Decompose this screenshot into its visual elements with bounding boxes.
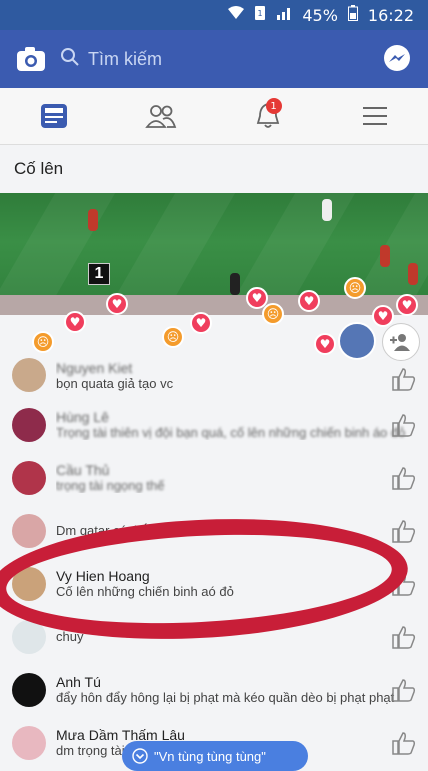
comment-author: Cầu Thủ xyxy=(56,462,110,478)
live-video-player[interactable]: 1 xyxy=(0,193,428,315)
avatar xyxy=(12,566,46,601)
battery-level: 45% xyxy=(302,5,338,25)
signal-icon xyxy=(276,6,292,24)
comment-text: Dm qatar có thắng... xyxy=(56,523,174,538)
messenger-icon[interactable] xyxy=(380,42,414,76)
avatar xyxy=(12,672,46,707)
search-input[interactable]: Tìm kiếm xyxy=(60,42,368,76)
tab-news-feed[interactable] xyxy=(30,96,78,136)
wifi-icon xyxy=(228,6,245,24)
score-overlay: 1 xyxy=(88,263,110,285)
comment-item: Anh Tú đẩy hôn đẩy hông lại bị phạt mà k… xyxy=(0,663,428,716)
svg-text:1: 1 xyxy=(258,9,263,18)
like-icon[interactable] xyxy=(390,412,416,438)
avatar xyxy=(12,513,46,548)
comment-item: Cầu Thủ trọng tài ngọng thế xyxy=(0,451,428,504)
live-comments-list: Nguyen Kiet bọn quata giả tạo vc Hùng Lê… xyxy=(0,352,428,769)
comment-text: trọng tài ngọng thế xyxy=(56,478,165,493)
new-comment-text: "Vn tùng tùng tùng" xyxy=(154,748,266,764)
hamburger-menu-icon xyxy=(362,107,387,125)
like-icon[interactable] xyxy=(390,571,416,597)
player-figure xyxy=(408,263,418,285)
search-icon xyxy=(60,47,80,72)
sim-icon: 1 xyxy=(254,5,266,25)
notification-badge: 1 xyxy=(265,98,282,114)
like-icon[interactable] xyxy=(390,677,416,703)
angry-reaction-icon: ☹ xyxy=(162,326,184,348)
search-placeholder: Tìm kiếm xyxy=(88,48,162,69)
comment-text: Cố lên những chiến binh aó đỏ xyxy=(56,584,234,599)
comment-item: Nguyen Kiet bọn quata giả tạo vc xyxy=(0,352,428,398)
comment-author: Nguyen Kiet xyxy=(56,359,133,376)
tab-notifications[interactable]: 1 xyxy=(244,96,292,136)
running-track xyxy=(0,295,428,315)
tab-menu[interactable] xyxy=(351,96,399,136)
comment-author: Vy Hien Hoang xyxy=(56,568,150,584)
avatar xyxy=(12,725,46,760)
like-icon[interactable] xyxy=(390,730,416,756)
angry-reaction-icon: ☹ xyxy=(32,331,54,353)
app-bar: Tìm kiếm xyxy=(0,30,428,88)
avatar xyxy=(12,407,46,442)
avatar xyxy=(12,358,46,392)
comment-text: bọn quata giả tạo vc xyxy=(56,375,174,391)
battery-icon xyxy=(347,5,358,25)
comment-text: Trọng tài thiên vị đội bạn quá, cố lên n… xyxy=(56,425,406,440)
clock: 16:22 xyxy=(367,5,414,25)
comment-author: Hùng Lê xyxy=(56,409,109,425)
comment-text: đẩy hôn đẩy hông lại bị phạt mà kéo quần… xyxy=(56,690,395,705)
like-icon[interactable] xyxy=(390,518,416,544)
comment-item-highlighted: Vy Hien Hoang Cố lên những chiến binh aó… xyxy=(0,557,428,610)
player-figure xyxy=(380,245,390,267)
like-icon[interactable] xyxy=(390,366,416,392)
avatar xyxy=(12,460,46,495)
live-video-title: Cố lên xyxy=(0,145,428,193)
camera-icon[interactable] xyxy=(14,42,48,76)
comment-text: chuy xyxy=(56,629,84,644)
friends-icon xyxy=(144,105,176,128)
nav-tabs: 1 xyxy=(0,88,428,145)
player-figure xyxy=(322,199,332,221)
tab-friends[interactable] xyxy=(137,96,185,136)
comment-item: Dm qatar có thắng... xyxy=(0,504,428,557)
new-comment-pill[interactable]: "Vn tùng tùng tùng" xyxy=(122,741,308,771)
status-bar: 1 45% 16:22 xyxy=(0,0,428,30)
player-figure xyxy=(88,209,98,231)
news-feed-icon xyxy=(40,104,67,128)
avatar xyxy=(12,619,46,654)
comment-author: Anh Tú xyxy=(56,674,101,690)
like-icon[interactable] xyxy=(390,465,416,491)
comment-item: chuy xyxy=(0,610,428,663)
add-friend-icon xyxy=(390,334,410,351)
comment-item: Hùng Lê Trọng tài thiên vị đội bạn quá, … xyxy=(0,398,428,451)
player-figure xyxy=(230,273,240,295)
like-icon[interactable] xyxy=(390,624,416,650)
heart-reaction-icon: ♥ xyxy=(190,312,212,334)
